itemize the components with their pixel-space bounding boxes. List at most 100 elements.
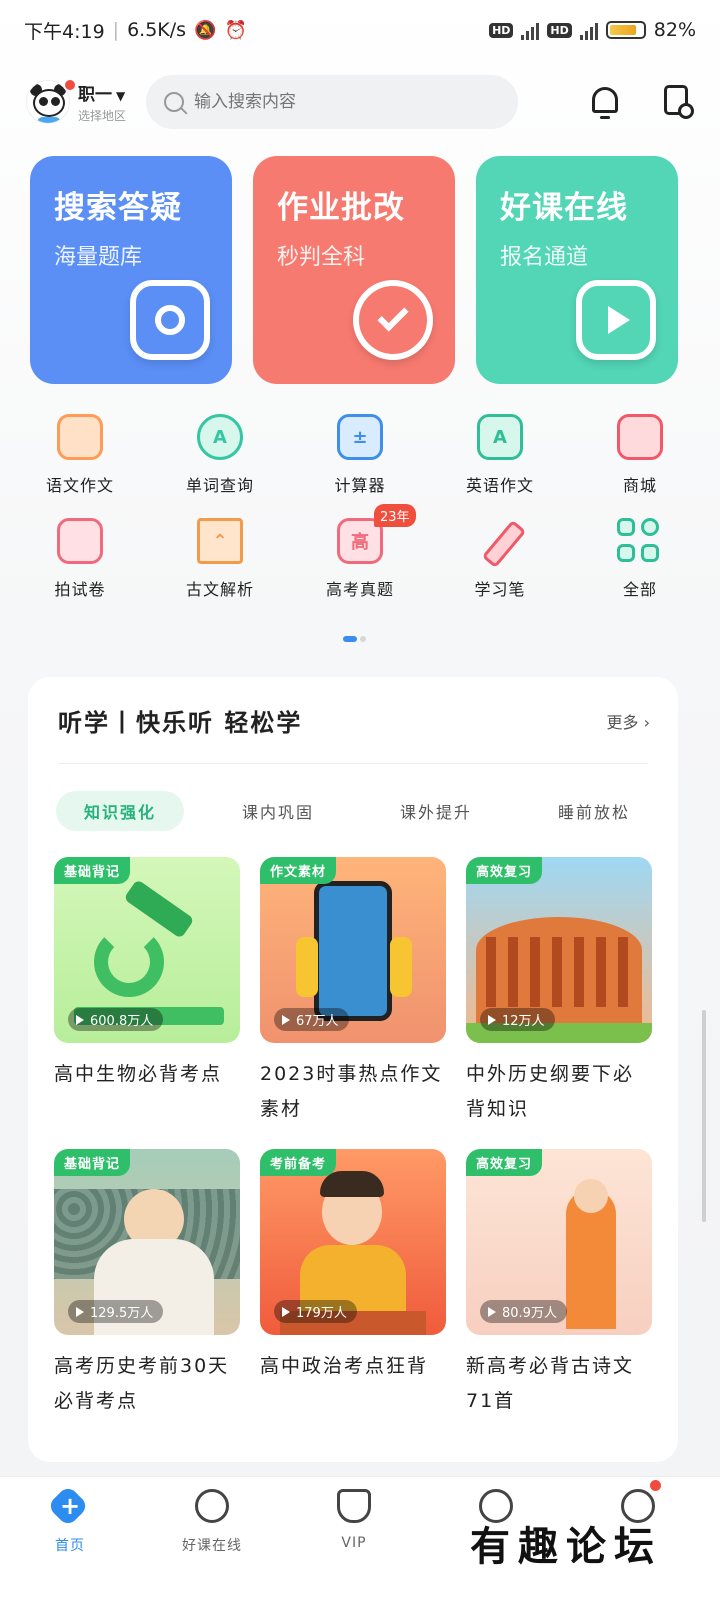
scrollbar[interactable] (702, 1010, 706, 1222)
notification-dot (650, 1480, 661, 1491)
tool-study-pen[interactable]: 学习笔 (430, 518, 570, 600)
tool-calculator[interactable]: ± 计算器 (290, 414, 430, 496)
nav-home[interactable]: + 首页 (10, 1484, 130, 1555)
hd-icon: HD (489, 22, 514, 38)
play-small-icon (76, 1014, 84, 1025)
audio-title: 2023时事热点作文素材 (260, 1063, 443, 1120)
avatar[interactable] (26, 80, 70, 124)
tool-grid: 语文作文 A 单词查询 ± 计算器 A 英语作文 商城 拍试卷 ⌃ 古文解析 高… (10, 414, 710, 600)
audio-title: 新高考必背古诗文71首 (466, 1355, 635, 1412)
audio-tag: 高效复习 (466, 1149, 543, 1176)
audio-tag: 基础背记 (54, 1149, 131, 1176)
audio-card[interactable]: 作文素材 67万人 2023时事热点作文素材 (260, 857, 446, 1127)
audio-cover: 作文素材 67万人 (260, 857, 446, 1043)
tool-label: 学习笔 (474, 580, 526, 599)
tool-classical-text[interactable]: ⌃ 古文解析 (150, 518, 290, 600)
divider (58, 763, 648, 764)
tab-knowledge[interactable]: 知识强化 (56, 791, 185, 831)
feature-title: 好课在线 (500, 190, 628, 226)
audio-card[interactable]: 考前备考 179万人 高中政治考点狂背 (260, 1149, 446, 1419)
new-year-badge: 23年 (374, 504, 416, 527)
feature-title: 搜索答疑 (54, 190, 182, 226)
camera-icon (130, 280, 210, 360)
tool-label: 拍试卷 (54, 580, 106, 599)
audio-tag: 作文素材 (260, 857, 337, 884)
play-count-text: 12万人 (502, 1014, 545, 1029)
watermark: 有趣论坛 (470, 1523, 662, 1570)
listen-section: 听学丨快乐听 轻松学 更多 › 知识强化 课内巩固 课外提升 睡前放松 基础背记… (28, 677, 678, 1462)
battery-percent: 82% (653, 19, 696, 41)
tool-label: 单词查询 (185, 476, 254, 495)
nav-courses[interactable]: 好课在线 (152, 1489, 272, 1555)
calculator-icon: ± (337, 414, 383, 460)
tool-label: 计算器 (334, 476, 386, 495)
page-indicator (343, 636, 366, 642)
play-small-icon (76, 1306, 84, 1317)
battery-icon (605, 21, 646, 39)
tab-in-class[interactable]: 课内巩固 (214, 791, 342, 831)
tool-chinese-essay[interactable]: 语文作文 (10, 414, 150, 496)
tool-english-essay[interactable]: A 英语作文 (430, 414, 570, 496)
audio-cover: 高效复习 80.9万人 (466, 1149, 652, 1335)
play-small-icon (488, 1306, 496, 1317)
tool-label: 英语作文 (465, 476, 534, 495)
english-essay-icon: A (477, 414, 523, 460)
feature-subtitle: 秒判全科 (277, 245, 366, 270)
play-count-text: 600.8万人 (90, 1014, 154, 1029)
grade-region-selector[interactable]: 职一 ▼ 选择地区 (78, 80, 126, 124)
audio-card[interactable]: 高效复习 12万人 中外历史纲要下必背知识 (466, 857, 652, 1127)
status-net-speed: 6.5K/s (127, 19, 187, 41)
all-apps-icon (617, 518, 663, 564)
pen-icon (477, 518, 523, 564)
tool-label: 高考真题 (325, 580, 394, 599)
audio-list: 基础背记 600.8万人 高中生物必背考点 作文素材 67万人 2023时事热点… (54, 857, 652, 1419)
audio-title: 高考历史考前30天必背考点 (54, 1355, 230, 1412)
play-count-text: 179万人 (296, 1306, 347, 1321)
signal-5g-icon (521, 20, 540, 40)
feature-subtitle: 报名通道 (500, 245, 589, 270)
more-link[interactable]: 更多 › (606, 709, 650, 733)
play-small-icon (282, 1306, 290, 1317)
feature-title: 作业批改 (277, 190, 405, 226)
status-time: 下午4:19 (24, 20, 105, 43)
feature-card-courses[interactable]: 好课在线 报名通道 (476, 156, 678, 384)
tool-word-search[interactable]: A 单词查询 (150, 414, 290, 496)
status-bar: 下午4:19 | 6.5K/s 🔕 ⏰ HD HD 82% (0, 0, 720, 60)
search-bar[interactable] (146, 75, 519, 129)
history-icon[interactable] (664, 85, 694, 119)
classical-text-icon: ⌃ (197, 518, 243, 564)
tool-store[interactable]: 商城 (570, 414, 710, 496)
hd-icon-2: HD (547, 22, 572, 38)
nav-vip[interactable]: VIP (294, 1489, 414, 1551)
tool-scan-paper[interactable]: 拍试卷 (10, 518, 150, 600)
tool-label: 古文解析 (185, 580, 254, 599)
audio-card[interactable]: 高效复习 80.9万人 新高考必背古诗文71首 (466, 1149, 652, 1419)
search-icon (164, 92, 185, 112)
play-count-text: 80.9万人 (502, 1306, 557, 1321)
audio-title: 高中生物必背考点 (54, 1063, 223, 1085)
store-icon (617, 414, 663, 460)
tab-bedtime[interactable]: 睡前放松 (530, 791, 658, 831)
notification-dot (65, 80, 75, 90)
search-input[interactable] (194, 92, 485, 112)
tool-gaokao[interactable]: 高 23年 高考真题 (290, 504, 430, 600)
alarm-icon: ⏰ (224, 19, 247, 41)
tool-label: 语文作文 (45, 476, 114, 495)
feature-card-homework[interactable]: 作业批改 秒判全科 (253, 156, 455, 384)
scan-paper-icon (57, 518, 103, 564)
audio-tag: 高效复习 (466, 857, 543, 884)
play-count: 129.5万人 (68, 1300, 164, 1323)
section-title: 听学丨快乐听 轻松学 (58, 709, 303, 737)
play-count: 179万人 (274, 1300, 357, 1323)
play-icon (576, 280, 656, 360)
tab-extracurricular[interactable]: 课外提升 (372, 791, 500, 831)
bell-icon[interactable] (590, 85, 620, 119)
play-count-text: 67万人 (296, 1014, 339, 1029)
audio-card[interactable]: 基础背记 600.8万人 高中生物必背考点 (54, 857, 240, 1127)
tool-all[interactable]: 全部 (570, 518, 710, 600)
feature-card-search[interactable]: 搜索答疑 海量题库 (30, 156, 232, 384)
audio-card[interactable]: 基础背记 129.5万人 高考历史考前30天必背考点 (54, 1149, 240, 1419)
play-circle-icon (195, 1489, 229, 1523)
tool-label: 全部 (622, 580, 657, 599)
audio-tag: 基础背记 (54, 857, 131, 884)
